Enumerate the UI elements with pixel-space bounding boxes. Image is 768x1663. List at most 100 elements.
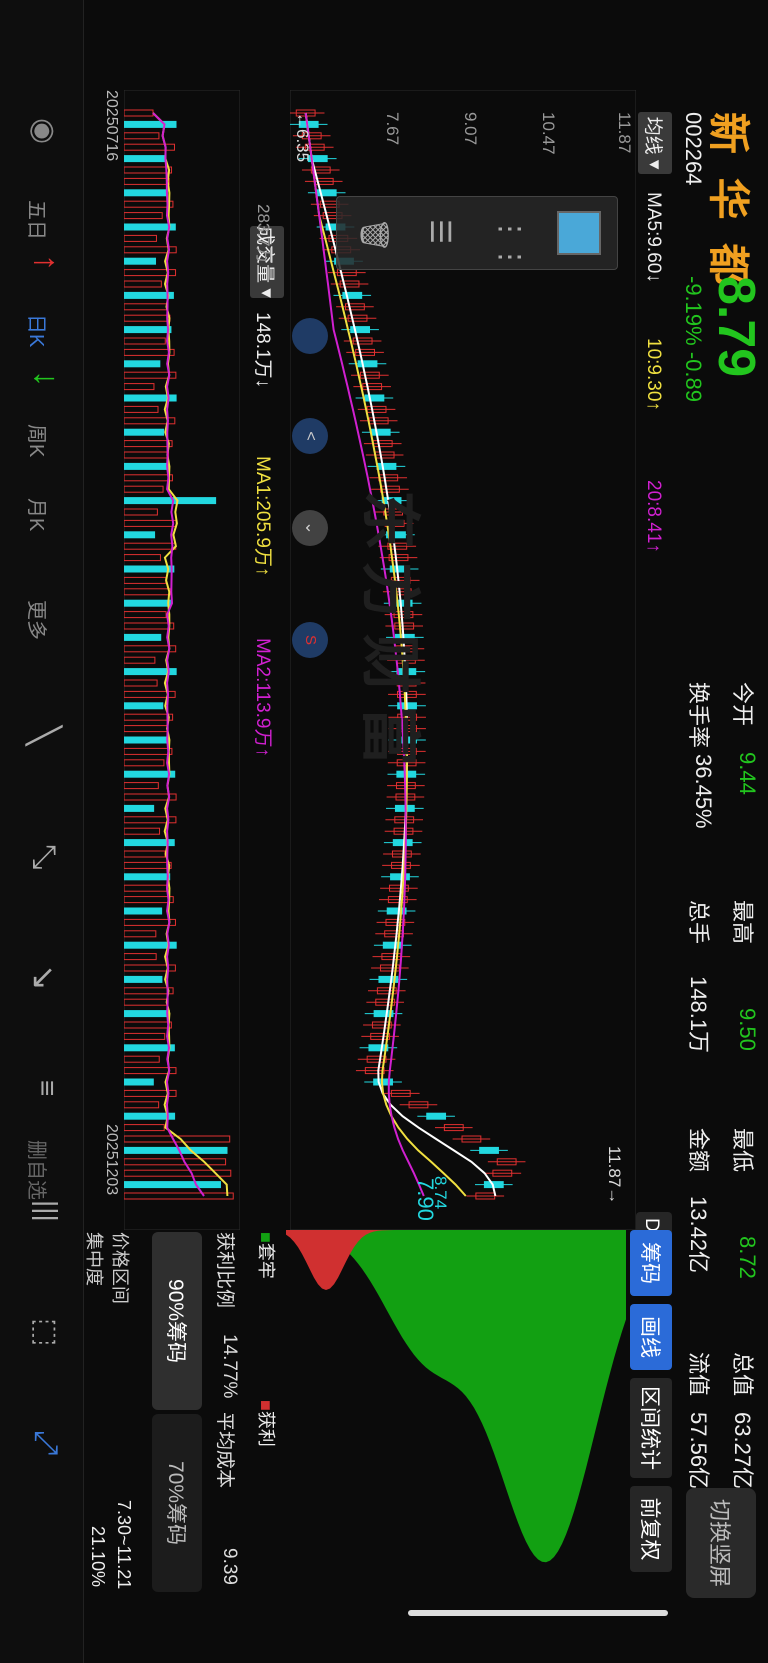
- volume-bar: [124, 326, 172, 334]
- profit-ratio-label: 获利比例: [214, 1232, 235, 1309]
- volume-bar: [124, 1010, 170, 1018]
- volume-bar: [124, 291, 174, 299]
- marker-s[interactable]: S: [292, 622, 328, 658]
- watermark: 东方财富: [356, 490, 423, 778]
- volume-value: 148.1万: [686, 976, 711, 1054]
- volume-bar: [124, 120, 177, 128]
- chips-90-button[interactable]: 90%筹码: [152, 1232, 202, 1410]
- avg-cost-label: 平均成本: [214, 1412, 235, 1489]
- rectangle-tool-icon[interactable]: ⬚: [28, 1318, 63, 1346]
- volume-bar: [124, 565, 175, 573]
- date-end: 20251203: [103, 1124, 120, 1196]
- ma5-legend: MA5:9.60↓: [643, 192, 664, 283]
- total-value: 63.27亿: [730, 1412, 755, 1490]
- price-range-label: 价格区间: [110, 1232, 130, 1304]
- volume-bar: [124, 1146, 228, 1154]
- line-tool-icon[interactable]: ╲: [25, 726, 63, 745]
- volume-bar: [124, 702, 164, 710]
- vol-value: 148.1万↓: [252, 312, 273, 389]
- period-day[interactable]: 日K: [24, 314, 53, 347]
- low-label: 最低: [730, 1128, 755, 1173]
- candle: [390, 873, 410, 881]
- y-tick-3: 9.07: [461, 112, 480, 146]
- volume-bar: [124, 599, 171, 607]
- volume-bar: [124, 907, 163, 915]
- volume-bar: [124, 428, 165, 436]
- marker-chevron-down[interactable]: ⌄: [292, 510, 328, 546]
- volume-bar: [124, 770, 176, 778]
- tab-adjust[interactable]: 前复权: [630, 1486, 672, 1572]
- period-5day[interactable]: 五日: [24, 200, 53, 240]
- volume-bar: [124, 633, 162, 641]
- ma20-legend: 20:8.41↑: [643, 480, 664, 553]
- amount-label: 金额: [686, 1128, 711, 1173]
- fullscreen-icon[interactable]: ⤢: [27, 1430, 65, 1456]
- trash-icon[interactable]: 🗑: [358, 217, 391, 253]
- candle: [392, 839, 413, 847]
- color-swatch-icon[interactable]: [557, 211, 601, 255]
- y-tick-4: 7.67: [383, 112, 402, 146]
- volume-bar: [124, 155, 165, 163]
- volume-bar: [124, 873, 171, 881]
- volume-bar: [124, 975, 163, 983]
- marker-circle-1[interactable]: [292, 318, 328, 354]
- remove-watchlist[interactable]: 删自选: [24, 1140, 53, 1200]
- fib-tool-icon[interactable]: ≡: [31, 1080, 63, 1096]
- vol-ma2: MA2:113.9万↑: [252, 638, 273, 757]
- marker-chevron-left[interactable]: <: [292, 418, 328, 454]
- profit-ratio-value: 14.77%: [219, 1334, 240, 1399]
- avg-cost-value: 9.39: [219, 1548, 240, 1585]
- volume-chart[interactable]: [124, 90, 240, 1230]
- bottom-toolbar: ◉ 五日 ↑ 日K ↓ 周K 月K 更多 ╲ ⤡ ↘ ≡ 删自选 ||| ⬚ ⤢: [0, 0, 84, 1663]
- volume-bar: [124, 804, 155, 812]
- candle: [382, 941, 403, 949]
- open-value: 9.44: [735, 752, 760, 795]
- high-value: 9.50: [735, 1008, 760, 1051]
- high-label: 最高: [730, 900, 755, 945]
- y-tick-2: 10.47: [539, 112, 558, 155]
- arrow-up-icon[interactable]: ↑: [26, 254, 65, 271]
- y-tick-1: 11.87: [615, 112, 634, 154]
- ma-selector[interactable]: 均线 ▾: [638, 112, 672, 174]
- landscape-stage: 新 华 都 002264 8.79 -9.19% -0.89 今开 9.44 换…: [0, 0, 768, 1663]
- chips-70-button[interactable]: 70%筹码: [152, 1414, 202, 1592]
- chip-loss-area: [286, 1230, 626, 1563]
- change-abs: -0.89: [681, 351, 706, 402]
- line-weight-icon[interactable]: ☰: [424, 219, 457, 244]
- volume-bar: [124, 360, 161, 368]
- turnover-value: 36.45%: [691, 754, 716, 829]
- parallel-lines-icon[interactable]: |||: [31, 1200, 63, 1222]
- vol-ma1: MA1:205.9万↑: [252, 456, 273, 577]
- volume-bar: [124, 736, 170, 744]
- date-start: 20250716: [103, 90, 120, 162]
- arrow-down-icon[interactable]: ↓: [26, 370, 65, 387]
- period-month[interactable]: 月K: [24, 498, 53, 531]
- low-marker: ←6.35: [293, 112, 312, 163]
- ma10-legend: 10:9.30↑: [643, 338, 664, 411]
- high-marker: 11.87→: [605, 1146, 624, 1205]
- segment-tool-icon[interactable]: ↘: [25, 964, 63, 991]
- volume-bar: [124, 1181, 221, 1189]
- volume-bar: [124, 1044, 175, 1052]
- legend-profit: ■获利: [256, 1400, 276, 1447]
- line-style-icon[interactable]: ⋮⋮: [494, 215, 527, 271]
- tab-chips[interactable]: 筹码: [630, 1230, 672, 1296]
- switch-portrait-button[interactable]: 切换竖屏: [686, 1488, 756, 1598]
- candle: [357, 360, 378, 368]
- open-label: 今开: [730, 682, 755, 727]
- tab-range-stats[interactable]: 区间统计: [630, 1378, 672, 1478]
- total-value-label: 总值: [730, 1352, 755, 1397]
- period-more[interactable]: 更多: [24, 600, 53, 640]
- candle: [376, 462, 397, 470]
- period-week[interactable]: 周K: [24, 424, 53, 457]
- volume-bar: [124, 462, 169, 470]
- ma-selector-label: 均线: [642, 116, 664, 155]
- eye-icon[interactable]: ◉: [26, 118, 61, 144]
- tab-draw[interactable]: 画线: [630, 1304, 672, 1370]
- low-value: 8.72: [735, 1236, 760, 1279]
- legend-loss: ■套牢: [256, 1232, 276, 1279]
- volume-label: 总手: [686, 900, 711, 945]
- amount-value: 13.42亿: [686, 1196, 711, 1274]
- ray-tool-icon[interactable]: ⤡: [25, 844, 63, 870]
- price-range-value: 7.30~11.21: [114, 1500, 134, 1590]
